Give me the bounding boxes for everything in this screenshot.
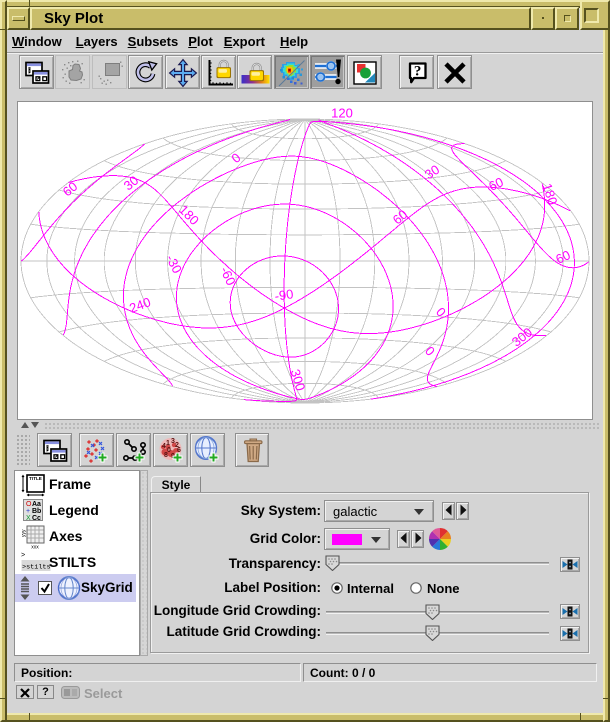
svg-text:yyy: yyy: [21, 529, 27, 537]
svg-text:180: 180: [540, 181, 561, 206]
svg-text:Cc: Cc: [32, 515, 41, 522]
svg-text:X: X: [26, 515, 31, 522]
svg-text:TITLE: TITLE: [29, 476, 42, 481]
svg-text:+: +: [26, 508, 30, 515]
svg-text:240: 240: [127, 294, 153, 316]
svg-text:30: 30: [121, 173, 142, 194]
svg-text:Aa: Aa: [32, 501, 41, 508]
svg-text:300: 300: [509, 324, 535, 349]
svg-text:>stilts: >stilts: [22, 564, 51, 572]
svg-text:60: 60: [486, 174, 505, 194]
svg-text:Bb: Bb: [32, 508, 41, 515]
svg-text:-90: -90: [274, 286, 295, 303]
svg-text:8: 8: [164, 452, 168, 459]
svg-text:60: 60: [390, 207, 411, 228]
svg-text:30: 30: [422, 162, 442, 182]
svg-text:>: >: [21, 552, 25, 560]
svg-text:60: 60: [553, 247, 572, 267]
svg-text:1: 1: [166, 440, 170, 447]
svg-text:0: 0: [422, 343, 438, 358]
svg-text:-30: -30: [163, 252, 185, 276]
svg-text:120: 120: [331, 106, 353, 121]
svg-text:?: ?: [414, 63, 422, 79]
